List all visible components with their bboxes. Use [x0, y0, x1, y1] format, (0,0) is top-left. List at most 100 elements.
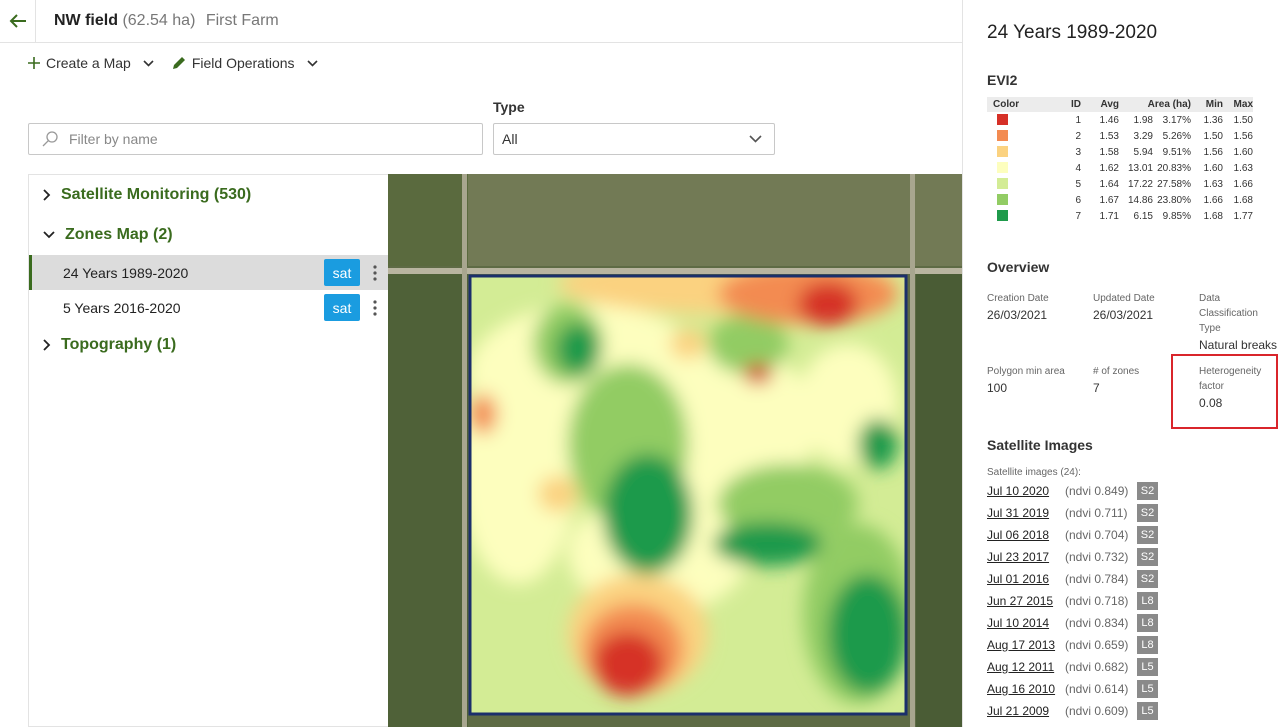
type-label: Type — [493, 99, 525, 115]
source-badge: S2 — [1137, 570, 1158, 588]
image-date-link[interactable]: Jul 31 2019 — [987, 506, 1057, 520]
chevron-down-icon — [143, 59, 154, 67]
zone-pct: 5.26% — [1162, 130, 1191, 142]
image-ndvi: (ndvi 0.659) — [1065, 638, 1129, 652]
color-swatch — [997, 146, 1008, 158]
color-swatch — [997, 194, 1008, 206]
zone-id: 5 — [1075, 178, 1081, 190]
updated-date-label: Updated Date — [1093, 293, 1155, 304]
kebab-menu-icon[interactable] — [368, 264, 382, 281]
satellite-images-title: Satellite Images — [987, 437, 1093, 453]
classification-value: Natural breaks — [1199, 338, 1278, 352]
back-button[interactable] — [0, 0, 36, 43]
updated-date: Updated Date 26/03/2021 — [1093, 291, 1193, 323]
search-box[interactable] — [28, 123, 483, 155]
group-satellite-monitoring[interactable]: Satellite Monitoring (530) — [29, 175, 388, 215]
color-swatch — [997, 178, 1008, 190]
color-swatch — [997, 210, 1008, 222]
zone-min: 1.36 — [1203, 114, 1223, 126]
search-icon — [42, 131, 58, 147]
zone-min: 1.60 — [1203, 162, 1223, 174]
table-row: 3 1.58 5.94 9.51% 1.56 1.60 — [987, 144, 1253, 160]
zones-label: # of zones — [1093, 366, 1140, 377]
image-date-link[interactable]: Jun 27 2015 — [987, 594, 1057, 608]
table-header-row: Color ID Avg Area (ha) Min Max — [987, 97, 1253, 112]
zone-max: 1.63 — [1233, 162, 1253, 174]
image-ndvi: (ndvi 0.682) — [1065, 660, 1129, 674]
list-item[interactable]: 24 Years 1989-2020 sat — [29, 255, 388, 290]
header-avg: Avg — [1081, 97, 1119, 112]
chevron-down-icon — [306, 59, 318, 67]
image-date-link[interactable]: Jul 01 2016 — [987, 572, 1057, 586]
zone-avg: 1.71 — [1099, 210, 1119, 222]
top-bar: NW field (62.54 ha) First Farm — [0, 0, 962, 43]
list-item: Jul 10 2020 (ndvi 0.849) S2 — [987, 480, 1158, 502]
zones-map-view[interactable] — [388, 174, 962, 727]
header-min: Min — [1191, 97, 1223, 112]
highlight-box — [1171, 354, 1278, 429]
kebab-menu-icon[interactable] — [368, 299, 382, 316]
zone-color — [987, 176, 1049, 192]
zone-area: 6.15 — [1133, 210, 1153, 222]
image-date-link[interactable]: Aug 16 2010 — [987, 682, 1057, 696]
zone-area: 17.22 — [1127, 178, 1153, 190]
updated-date-value: 26/03/2021 — [1093, 308, 1154, 322]
zone-color — [987, 112, 1049, 128]
list-item: Jul 10 2014 (ndvi 0.834) L8 — [987, 612, 1158, 634]
chevron-down-icon — [749, 135, 762, 143]
search-input[interactable] — [69, 131, 469, 147]
group-zones-map[interactable]: Zones Map (2) — [29, 215, 388, 255]
source-badge: L8 — [1137, 592, 1158, 610]
sat-badge[interactable]: sat — [324, 294, 360, 321]
zone-color — [987, 160, 1049, 176]
zone-min: 1.56 — [1203, 146, 1223, 158]
creation-date-value: 26/03/2021 — [987, 308, 1048, 322]
type-select[interactable]: All — [493, 123, 775, 155]
image-date-link[interactable]: Aug 12 2011 — [987, 660, 1057, 674]
header-max: Max — [1223, 97, 1253, 112]
zone-max: 1.68 — [1233, 194, 1253, 206]
image-ndvi: (ndvi 0.711) — [1065, 506, 1128, 520]
group-topography[interactable]: Topography (1) — [29, 325, 388, 365]
image-ndvi: (ndvi 0.704) — [1065, 528, 1129, 542]
table-row: 6 1.67 14.86 23.80% 1.66 1.68 — [987, 192, 1253, 208]
classification-type: Data Classification Type Natural breaks — [1199, 291, 1281, 353]
zone-avg: 1.64 — [1099, 178, 1119, 190]
zone-area: 1.98 — [1133, 114, 1153, 126]
source-badge: S2 — [1137, 548, 1158, 566]
image-date-link[interactable]: Jul 23 2017 — [987, 550, 1057, 564]
farm-name: First Farm — [205, 12, 279, 29]
zone-avg: 1.53 — [1099, 130, 1119, 142]
image-date-link[interactable]: Jul 06 2018 — [987, 528, 1057, 542]
zone-avg: 1.46 — [1099, 114, 1119, 126]
create-map-button[interactable]: Create a Map — [28, 55, 154, 71]
sat-badge[interactable]: sat — [324, 259, 360, 286]
zone-max: 1.50 — [1233, 114, 1253, 126]
zone-min: 1.68 — [1203, 210, 1223, 222]
source-badge: L5 — [1137, 702, 1158, 720]
list-item[interactable]: 5 Years 2016-2020 sat — [29, 290, 388, 325]
image-date-link[interactable]: Jul 21 2009 — [987, 704, 1057, 718]
chevron-down-icon — [43, 231, 55, 239]
image-date-link[interactable]: Aug 17 2013 — [987, 638, 1057, 652]
color-swatch — [997, 130, 1008, 142]
header-area: Area (ha) — [1119, 97, 1191, 112]
image-date-link[interactable]: Jul 10 2020 — [987, 484, 1057, 498]
chevron-right-icon — [43, 339, 51, 351]
field-operations-button[interactable]: Field Operations — [172, 55, 318, 71]
panel-title: 24 Years 1989-2020 — [987, 22, 1158, 43]
header-color: Color — [987, 97, 1049, 112]
zone-color — [987, 192, 1049, 208]
page-title: NW field (62.54 ha) First Farm — [36, 12, 279, 30]
image-date-link[interactable]: Jul 10 2014 — [987, 616, 1057, 630]
table-row: 7 1.71 6.15 9.85% 1.68 1.77 — [987, 208, 1253, 224]
pencil-icon — [172, 57, 185, 69]
source-badge: S2 — [1137, 526, 1158, 544]
image-ndvi: (ndvi 0.849) — [1065, 484, 1129, 498]
color-swatch — [997, 114, 1008, 126]
zone-id: 4 — [1075, 162, 1081, 174]
overview-title: Overview — [987, 259, 1050, 275]
zone-min: 1.50 — [1203, 130, 1223, 142]
index-label: EVI2 — [987, 72, 1018, 88]
image-ndvi: (ndvi 0.614) — [1065, 682, 1129, 696]
